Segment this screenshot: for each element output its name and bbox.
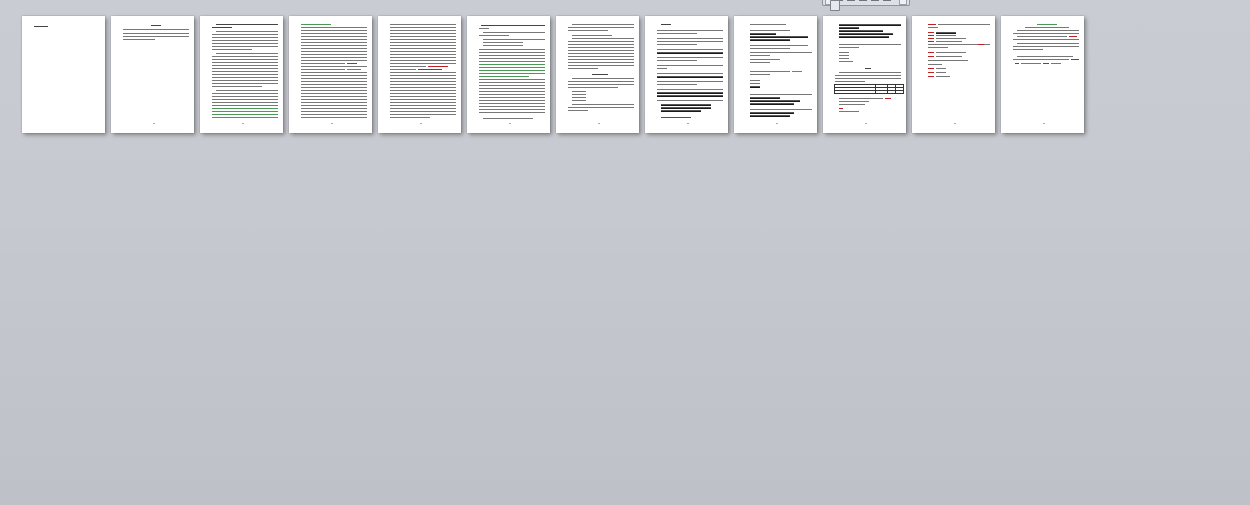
page-thumbnail-8[interactable]	[645, 16, 728, 133]
zoom-in-button[interactable]	[899, 0, 907, 5]
page-thumbnail-7[interactable]	[556, 16, 639, 133]
page-thumbnail-9[interactable]	[734, 16, 817, 133]
zoom-tick	[871, 0, 879, 1]
page-thumbnail-11[interactable]	[912, 16, 995, 133]
zoom-tick	[859, 0, 867, 1]
page-thumbnail-1[interactable]	[22, 16, 105, 133]
page-thumbnail-4[interactable]	[289, 16, 372, 133]
zoom-tick	[847, 0, 855, 1]
page-thumbnail-5[interactable]	[378, 16, 461, 133]
zoom-tick	[883, 0, 891, 1]
page-thumbnail-6[interactable]	[467, 16, 550, 133]
table-thumbnail	[834, 84, 904, 94]
page-thumbnail-12[interactable]	[1001, 16, 1084, 133]
page-thumbnail-10[interactable]	[823, 16, 906, 133]
page-thumbnail-strip	[22, 16, 1084, 133]
page-thumbnail-3[interactable]	[200, 16, 283, 133]
page-thumbnail-2[interactable]	[111, 16, 194, 133]
zoom-slider-thumb[interactable]	[830, 0, 840, 11]
